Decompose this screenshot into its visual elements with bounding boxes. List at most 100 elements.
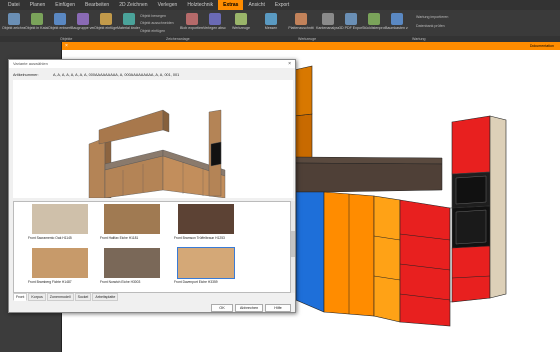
extra-icon-2 [367, 13, 380, 25]
tab-korpus[interactable]: Korpus [28, 293, 46, 301]
objekte-button-5[interactable]: Material ändern [117, 12, 140, 37]
werkzeuge-button-0[interactable]: Werkzeuge [226, 12, 256, 37]
material-thumb-1[interactable] [104, 204, 160, 234]
help-button[interactable]: Hilfe [265, 304, 291, 312]
objekte-button-0[interactable]: Objekt zeichnen [2, 12, 25, 37]
objekte-label-4: Objekt einfügen [94, 26, 117, 30]
dialog-tabs: Front Korpus Zonenmodell Sockel Arbeitsplatt… [13, 293, 119, 301]
ribbon-group-werkzeuge: Werkzeuge Messen Plattenzuschnitt [226, 12, 316, 37]
ribbon-small-2[interactable]: Objekt einfügen [140, 29, 180, 33]
ribbon-wartung-1[interactable]: Datenbank prüfen [416, 24, 476, 28]
kitchen-preview [13, 80, 293, 199]
tab-sockel[interactable]: Sockel [74, 293, 92, 301]
article-number-value: A, A, A, A, A, A, A, A, 000AAAAAAAAA, A,… [53, 73, 180, 77]
ribbon-small-group: Objekt bewegen Objekt ausschneiden Objek… [140, 12, 180, 35]
mid-icon-0 [185, 13, 198, 25]
material-thumb-2[interactable] [178, 204, 234, 234]
extra-label-1: 3D PDF Exportieren [339, 26, 362, 30]
ok-button[interactable]: OK [211, 304, 233, 312]
werkzeuge-label-1: Messen [264, 26, 278, 30]
extra-button-0[interactable]: Kantenanalyse [316, 12, 339, 37]
document-title: Dokumentation [529, 44, 554, 48]
menu-item-0[interactable]: Datei [3, 0, 25, 10]
werkzeuge-button-1[interactable]: Messen [256, 12, 286, 37]
article-number-row: Artikelnummer: A, A, A, A, A, A, A, A, 0… [13, 73, 179, 77]
extra-label-2: Stücklistenprotokoll [362, 26, 385, 30]
objekte-icon-4 [99, 13, 112, 25]
material-thumbnail-grid: Front Sacramento Oak H1145 Front Halifax … [13, 201, 291, 293]
material-thumb-4[interactable] [104, 248, 160, 278]
extra-button-3[interactable]: Baumkasten zuordnen [385, 12, 408, 37]
objekte-label-0: Objekt zeichnen [2, 26, 25, 30]
kitchen-preview-image [88, 109, 226, 199]
ribbon: Objekt zeichnenObjekt in KatalogObjekt e… [0, 10, 560, 37]
ribbon-wartung-0[interactable]: Wartung importieren [416, 15, 476, 19]
material-label-1: Front Halifax Eiche H1181 [100, 236, 139, 240]
objekte-button-3[interactable]: Baugruppe verwalten [71, 12, 94, 37]
scrollbar-thumb[interactable] [291, 231, 295, 257]
material-label-3: Front Bramberg Fichte H1487 [28, 280, 72, 284]
extra-icon-0 [321, 13, 334, 25]
werkzeuge-icon-0 [235, 13, 247, 25]
werkzeuge-icon-1 [265, 13, 277, 25]
ribbon-small-1[interactable]: Objekt ausschneiden [140, 21, 180, 25]
mid-button-1[interactable]: Verlegen abschneiden [203, 12, 226, 37]
mid-label-1: Verlegen abschneiden [203, 26, 226, 30]
menu-bar: Datei Planen Einfügen Bearbeiten 2D Zeichnen… [0, 0, 560, 10]
menu-item-7[interactable]: Extras [218, 0, 244, 10]
material-thumb-0[interactable] [32, 204, 88, 234]
ribbon-group-extra: Kantenanalyse3D PDF ExportierenStücklist… [316, 12, 408, 37]
thumbnail-scrollbar[interactable] [291, 201, 295, 293]
werkzeuge-label-2: Plattenzuschnitt [288, 26, 314, 30]
menu-item-3[interactable]: Bearbeiten [80, 0, 114, 10]
menu-item-5[interactable]: Verlegen [153, 0, 183, 10]
menu-item-4[interactable]: 2D Zeichnen [114, 0, 152, 10]
tab-arbeitsplatte[interactable]: Arbeitsplatte [92, 293, 119, 301]
objekte-label-1: Objekt in Katalog [25, 26, 48, 30]
extra-icon-1 [344, 13, 357, 25]
tab-zonenmodell[interactable]: Zonenmodell [46, 293, 74, 301]
material-thumb-3[interactable] [32, 248, 88, 278]
objekte-icon-0 [7, 13, 20, 25]
ribbon-group-objekte: Objekt zeichnenObjekt in KatalogObjekt e… [2, 12, 140, 37]
ribbon-group-mid: Blob exportierenVerlegen abschneiden [180, 12, 226, 37]
menu-item-9[interactable]: Export [270, 0, 294, 10]
extra-button-1[interactable]: 3D PDF Exportieren [339, 12, 362, 37]
objekte-label-5: Material ändern [117, 26, 140, 30]
ribbon-wartung-group: Wartung importieren Datenbank prüfen [416, 12, 476, 35]
extra-icon-3 [390, 13, 403, 25]
objekte-button-2[interactable]: Objekt entwerfen [48, 12, 71, 37]
werkzeuge-button-2[interactable]: Plattenzuschnitt [286, 12, 316, 37]
mid-icon-1 [208, 13, 221, 25]
objekte-button-4[interactable]: Objekt einfügen [94, 12, 117, 37]
menu-item-1[interactable]: Planen [25, 0, 51, 10]
close-tab-icon[interactable]: × [65, 43, 70, 49]
article-number-label: Artikelnummer: [13, 73, 39, 77]
objekte-label-2: Objekt entwerfen [48, 26, 71, 30]
cancel-button[interactable]: Abbrechen [235, 304, 263, 312]
mid-button-0[interactable]: Blob exportieren [180, 12, 203, 37]
menu-item-6[interactable]: Holztechnik [182, 0, 218, 10]
objekte-icon-3 [76, 13, 89, 25]
objekte-icon-5 [122, 13, 135, 25]
document-tab[interactable]: × Dokumentation [62, 42, 560, 50]
dialog-title: Variante auswählen [9, 60, 295, 68]
menu-item-8[interactable]: Ansicht [243, 0, 269, 10]
objekte-icon-1 [30, 13, 43, 25]
extra-label-0: Kantenanalyse [316, 26, 339, 30]
objekte-icon-2 [53, 13, 66, 25]
extra-button-2[interactable]: Stücklistenprotokoll [362, 12, 385, 37]
ribbon-small-0[interactable]: Objekt bewegen [140, 14, 180, 18]
werkzeuge-label-0: Werkzeuge [231, 26, 251, 30]
mid-label-0: Blob exportieren [180, 26, 203, 30]
material-label-5: Front Davenport Eiche H3359 [174, 280, 218, 284]
objekte-button-1[interactable]: Objekt in Katalog [25, 12, 48, 37]
material-label-4: Front Norwich Eiche H3003 [100, 280, 141, 284]
material-thumb-5[interactable] [177, 247, 235, 279]
variant-dialog: Variante auswählen × Artikelnummer: A, A… [8, 59, 296, 313]
tab-front[interactable]: Front [13, 293, 28, 301]
werkzeuge-icon-2 [295, 13, 307, 25]
menu-item-2[interactable]: Einfügen [50, 0, 80, 10]
close-icon[interactable]: × [288, 60, 291, 68]
objekte-label-3: Baugruppe verwalten [71, 26, 94, 30]
